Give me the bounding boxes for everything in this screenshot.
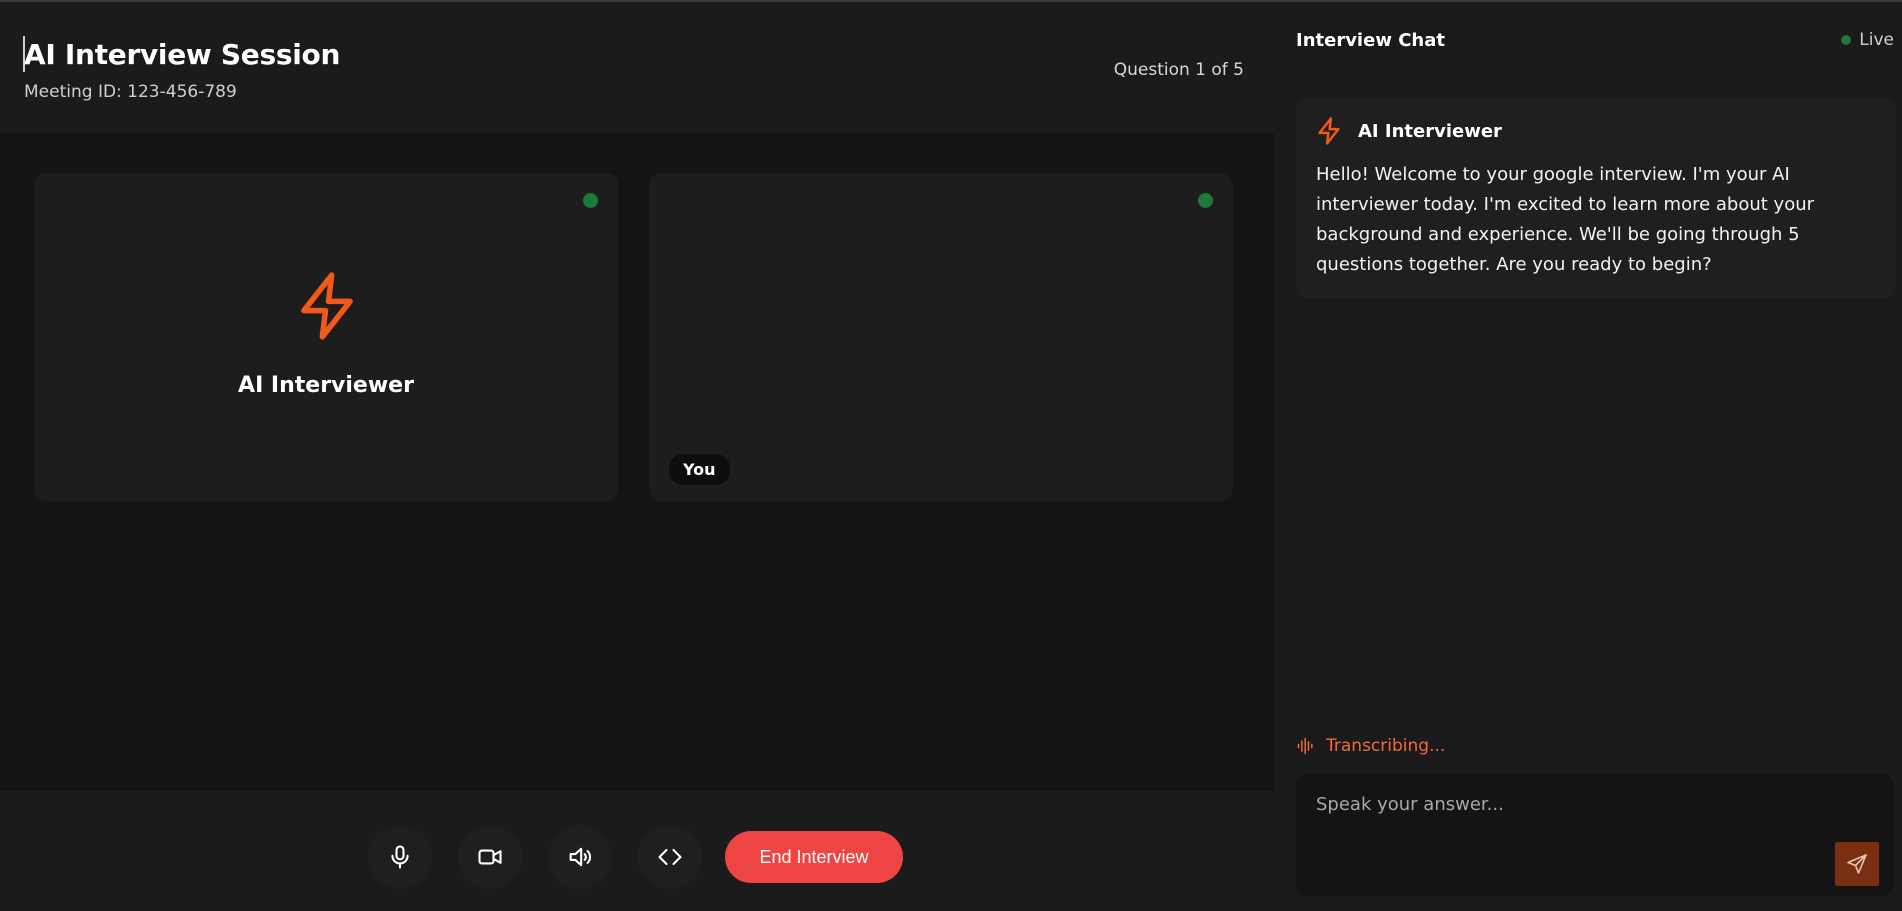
lightning-bolt-icon <box>301 272 353 340</box>
ai-interviewer-tile: AI Interviewer <box>34 173 618 501</box>
user-name-label: You <box>669 454 730 485</box>
message-header: AI Interviewer <box>1314 116 1502 146</box>
meeting-id: Meeting ID: 123-456-789 <box>24 82 237 102</box>
live-indicator-dot <box>1841 35 1852 45</box>
call-controls: End Interview <box>0 791 1274 911</box>
live-label: Live <box>1859 30 1894 50</box>
lightning-bolt-icon <box>1318 117 1340 145</box>
send-button[interactable] <box>1835 842 1879 886</box>
chat-title: Interview Chat <box>1296 30 1445 51</box>
chat-panel: Interview Chat Live AI Interviewer Hello… <box>1274 0 1902 911</box>
video-stage: AI Interviewer You <box>0 133 1274 791</box>
send-icon <box>1847 854 1867 874</box>
answer-box <box>1296 774 1894 896</box>
ai-online-indicator <box>583 193 598 208</box>
question-counter: Question 1 of 5 <box>1113 60 1244 80</box>
code-icon <box>658 848 682 866</box>
session-header: AI Interview Session Meeting ID: 123-456… <box>0 0 1274 133</box>
message-author: AI Interviewer <box>1358 120 1502 142</box>
code-editor-button[interactable] <box>638 825 702 889</box>
microphone-icon <box>391 845 409 869</box>
message-text: Hello! Welcome to your google interview.… <box>1316 164 1815 275</box>
speaker-icon <box>569 847 592 867</box>
page-title: AI Interview Session <box>24 38 341 71</box>
ai-interviewer-name: AI Interviewer <box>238 373 414 398</box>
speaker-button[interactable] <box>548 825 612 889</box>
camera-button[interactable] <box>458 825 522 889</box>
user-online-indicator <box>1198 193 1213 208</box>
transcribing-status: Transcribing... <box>1296 736 1445 756</box>
transcribing-label: Transcribing... <box>1326 736 1446 756</box>
user-video-tile: You <box>649 173 1233 501</box>
main-area: AI Interview Session Meeting ID: 123-456… <box>0 0 1274 911</box>
live-status: Live <box>1841 30 1894 50</box>
answer-input[interactable] <box>1296 774 1894 896</box>
microphone-button[interactable] <box>368 825 432 889</box>
end-interview-button[interactable]: End Interview <box>725 831 903 883</box>
interview-app: AI Interview Session Meeting ID: 123-456… <box>0 0 1902 911</box>
video-camera-icon <box>478 849 502 865</box>
chat-message: AI Interviewer Hello! Welcome to your go… <box>1296 98 1896 298</box>
audio-waveform-icon <box>1297 737 1313 755</box>
